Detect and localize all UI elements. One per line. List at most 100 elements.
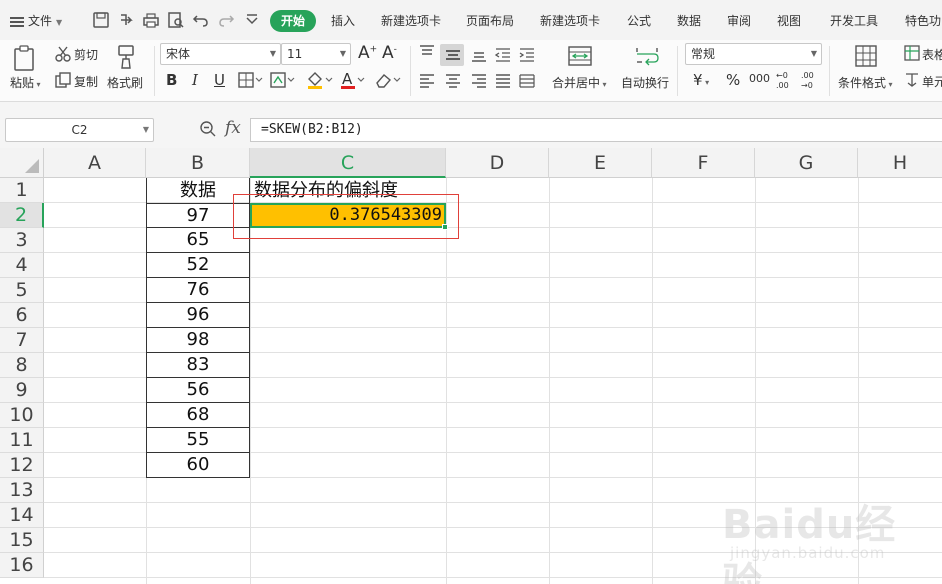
decrease-font-icon[interactable]: A- (382, 43, 397, 63)
distributed-icon[interactable] (518, 73, 536, 89)
tab-developer[interactable]: 开发工具 (830, 10, 878, 32)
save-icon[interactable] (92, 11, 110, 29)
table-style-button[interactable]: 表格 (922, 46, 942, 63)
cell-b3[interactable]: 65 (146, 228, 250, 253)
align-center-icon[interactable] (444, 73, 462, 89)
merge-center-button[interactable]: 合并居中 ▾ (552, 74, 607, 91)
row-header-1[interactable]: 1 (0, 178, 44, 203)
column-header-h[interactable]: H (858, 148, 942, 178)
font-color-icon[interactable]: A (340, 70, 366, 90)
cell-tools-button[interactable]: 单元 (922, 73, 942, 90)
decrease-indent-icon[interactable] (494, 47, 512, 63)
cell-b6[interactable]: 96 (146, 303, 250, 328)
formula-input[interactable]: =SKEW(B2:B12) (250, 118, 942, 142)
font-size-select[interactable]: 11 ▼ (281, 43, 351, 65)
percent-button[interactable]: % (726, 71, 740, 89)
align-top-icon[interactable] (418, 44, 436, 60)
cell-b5[interactable]: 76 (146, 278, 250, 303)
column-header-e[interactable]: E (549, 148, 652, 178)
row-header-16[interactable]: 16 (0, 553, 44, 578)
thousands-button[interactable]: 000 (749, 72, 770, 85)
justify-icon[interactable] (494, 73, 512, 89)
column-header-d[interactable]: D (446, 148, 549, 178)
tab-view[interactable]: 视图 (777, 10, 801, 32)
row-header-15[interactable]: 15 (0, 528, 44, 553)
cell-b9[interactable]: 56 (146, 378, 250, 403)
zoom-icon[interactable] (199, 120, 217, 141)
cut-button[interactable]: 剪切 (74, 46, 98, 63)
row-header-2[interactable]: 2 (0, 203, 44, 228)
wrap-text-button[interactable]: 自动换行 (621, 74, 669, 91)
fill-color-icon[interactable] (306, 71, 334, 89)
row-header-12[interactable]: 12 (0, 453, 44, 478)
row-header-4[interactable]: 4 (0, 253, 44, 278)
row-header-6[interactable]: 6 (0, 303, 44, 328)
cell-b7[interactable]: 98 (146, 328, 250, 353)
fill-handle[interactable] (442, 224, 448, 230)
name-box[interactable]: C2 ▼ (5, 118, 154, 142)
increase-font-icon[interactable]: A+ (358, 43, 377, 63)
row-header-5[interactable]: 5 (0, 278, 44, 303)
cell-b10[interactable]: 68 (146, 403, 250, 428)
align-bottom-icon[interactable] (470, 47, 488, 63)
column-header-b[interactable]: B (146, 148, 250, 178)
border-icon[interactable] (238, 72, 264, 88)
cell-c1[interactable]: 数据分布的偏斜度 (254, 178, 398, 203)
cell-b4[interactable]: 52 (146, 253, 250, 278)
tab-features[interactable]: 特色功 (905, 10, 941, 32)
paste-button[interactable]: 粘贴 ▾ (10, 74, 41, 91)
column-header-a[interactable]: A (44, 148, 146, 178)
align-right-icon[interactable] (470, 73, 488, 89)
cell-style-icon[interactable] (270, 72, 296, 88)
row-header-11[interactable]: 11 (0, 428, 44, 453)
format-painter-icon[interactable] (114, 44, 138, 70)
row-header-14[interactable]: 14 (0, 503, 44, 528)
insert-function-button[interactable]: fx (225, 118, 241, 138)
cell-tools-icon[interactable] (904, 72, 920, 88)
merge-center-icon[interactable] (567, 44, 593, 68)
undo-icon[interactable] (192, 11, 210, 29)
underline-button[interactable]: U (214, 71, 225, 89)
currency-button[interactable]: ¥ ▾ (693, 71, 709, 89)
tab-data[interactable]: 数据 (677, 10, 701, 32)
row-header-8[interactable]: 8 (0, 353, 44, 378)
italic-button[interactable]: I (192, 71, 198, 89)
format-painter-button[interactable]: 格式刷 (107, 74, 143, 91)
row-header-10[interactable]: 10 (0, 403, 44, 428)
cell-b12[interactable]: 60 (146, 453, 250, 478)
print-icon[interactable] (142, 11, 160, 29)
row-header-7[interactable]: 7 (0, 328, 44, 353)
tab-insert[interactable]: 插入 (331, 10, 355, 32)
select-all-button[interactable] (0, 148, 44, 178)
tab-new-2[interactable]: 新建选项卡 (540, 10, 600, 32)
column-header-f[interactable]: F (652, 148, 755, 178)
redo-icon[interactable] (217, 11, 235, 29)
print-preview-icon[interactable] (167, 11, 185, 29)
column-header-g[interactable]: G (755, 148, 858, 178)
cell-b2[interactable]: 97 (146, 203, 250, 228)
tab-page-layout[interactable]: 页面布局 (466, 10, 514, 32)
clear-format-icon[interactable] (374, 71, 402, 89)
copy-button[interactable]: 复制 (74, 73, 98, 90)
paste-icon[interactable] (12, 44, 38, 72)
tab-home[interactable]: 开始 (270, 10, 316, 32)
file-menu[interactable]: 文件 ▼ (10, 10, 62, 32)
tab-new-1[interactable]: 新建选项卡 (381, 10, 441, 32)
align-left-icon[interactable] (418, 73, 436, 89)
number-format-select[interactable]: 常规 ▼ (685, 43, 822, 65)
cell-b11[interactable]: 55 (146, 428, 250, 453)
row-header-13[interactable]: 13 (0, 478, 44, 503)
column-header-c[interactable]: C (250, 148, 446, 178)
increase-indent-icon[interactable] (518, 47, 536, 63)
bold-button[interactable]: B (166, 71, 177, 89)
scissors-icon[interactable] (54, 45, 72, 63)
cell-c2-selected[interactable]: 0.376543309 (250, 203, 448, 230)
increase-decimal-icon[interactable]: ←0.00 (775, 70, 793, 90)
wrap-text-icon[interactable] (634, 44, 660, 68)
row-header-9[interactable]: 9 (0, 378, 44, 403)
row-header-3[interactable]: 3 (0, 228, 44, 253)
copy-icon[interactable] (54, 71, 72, 89)
table-style-icon[interactable] (904, 45, 920, 61)
cell-b8[interactable]: 83 (146, 353, 250, 378)
conditional-format-button[interactable]: 条件格式 ▾ (838, 74, 893, 91)
